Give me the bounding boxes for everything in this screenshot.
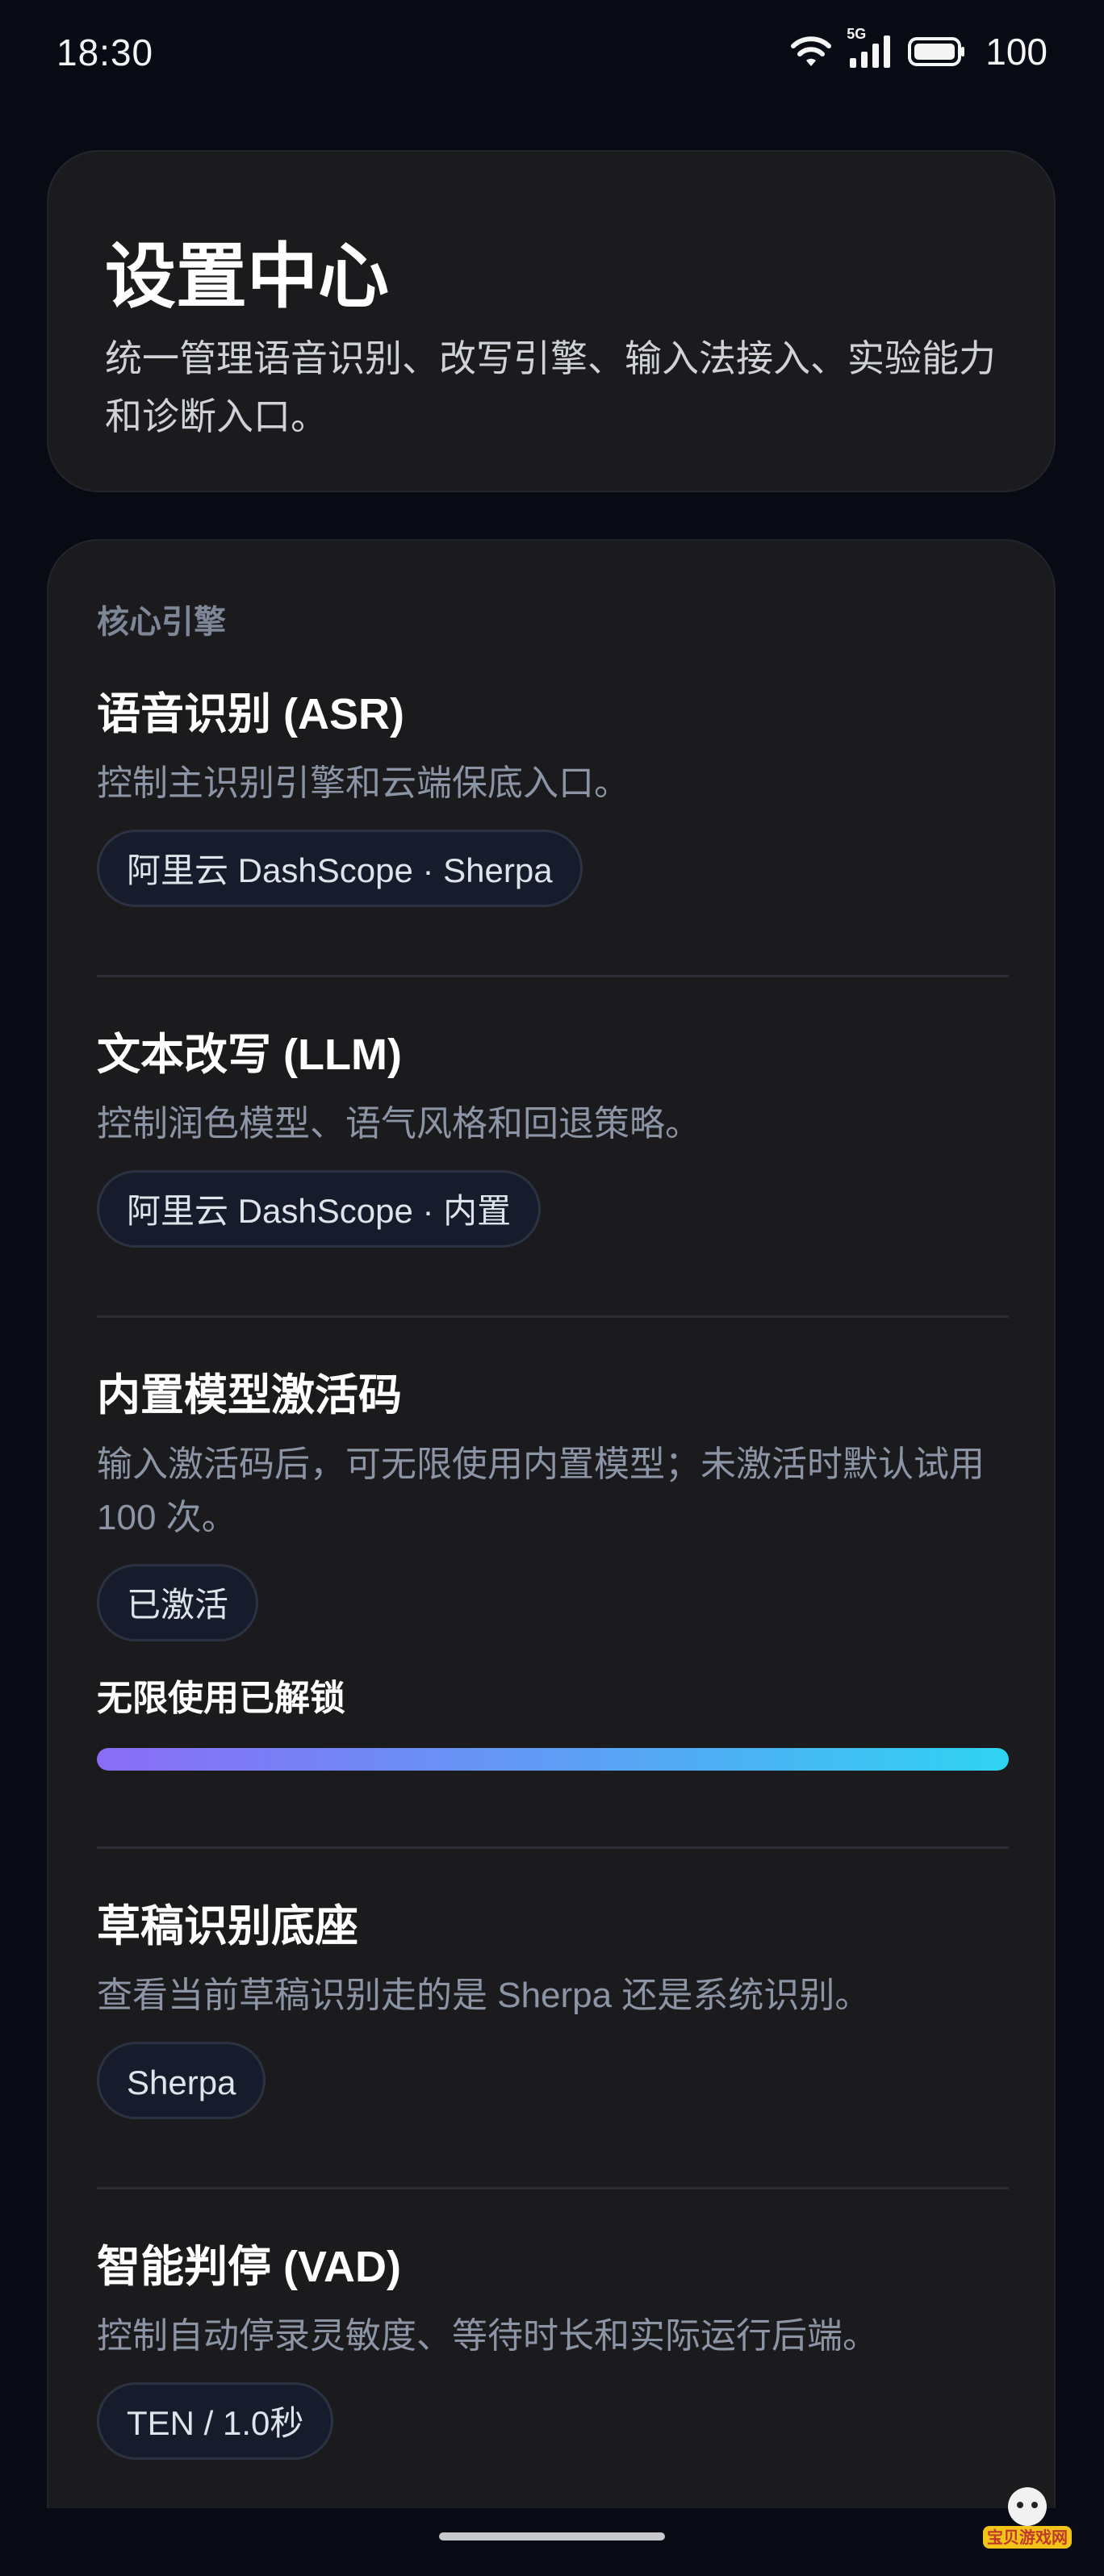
hero-card: 设置中心 统一管理语音识别、改写引擎、输入法接入、实验能力和诊断入口。 xyxy=(47,150,1056,492)
watermark-logo: 宝贝游戏网 xyxy=(967,2479,1088,2560)
usage-progress-fill xyxy=(97,1748,1009,1771)
setting-asr[interactable]: 语音识别 (ASR) 控制主识别引擎和云端保底入口。 阿里云 DashScope… xyxy=(97,686,1009,907)
setting-llm[interactable]: 文本改写 (LLM) 控制润色模型、语气风格和回退策略。 阿里云 DashSco… xyxy=(97,1027,1009,1248)
status-chip: 阿里云 DashScope · Sherpa xyxy=(97,830,583,907)
status-chip: 已激活 xyxy=(97,1564,259,1641)
divider xyxy=(97,1846,1009,1849)
setting-description: 控制润色模型、语气风格和回退策略。 xyxy=(97,1104,700,1144)
wifi-icon xyxy=(790,34,832,69)
battery-icon xyxy=(908,36,966,68)
page-description: 统一管理语音识别、改写引擎、输入法接入、实验能力和诊断入口。 xyxy=(105,337,996,437)
usage-progress-bar xyxy=(97,1748,1009,1771)
page-title: 设置中心 xyxy=(105,236,390,316)
divider xyxy=(97,975,1009,977)
section-label: 核心引擎 xyxy=(97,604,226,640)
setting-vad[interactable]: 智能判停 (VAD) 控制自动停录灵敏度、等待时长和实际运行后端。 TEN / … xyxy=(97,2239,1009,2460)
cellular-signal-icon: 5G xyxy=(847,26,893,69)
status-icons: 5G 100 xyxy=(790,26,1048,76)
status-chip: TEN / 1.0秒 xyxy=(97,2382,334,2460)
setting-title: 草稿识别底座 xyxy=(97,1902,358,1951)
status-time: 18:30 xyxy=(56,31,154,73)
setting-description: 控制自动停录灵敏度、等待时长和实际运行后端。 xyxy=(97,2316,878,2356)
setting-draft-recognition[interactable]: 草稿识别底座 查看当前草稿识别走的是 Sherpa 还是系统识别。 Sherpa xyxy=(97,1898,1009,2119)
status-chip: Sherpa xyxy=(97,2042,266,2119)
divider xyxy=(97,2187,1009,2189)
setting-description: 控制主识别引擎和云端保底入口。 xyxy=(97,763,629,803)
unlock-status-text: 无限使用已解锁 xyxy=(97,1679,345,1718)
setting-title: 语音识别 (ASR) xyxy=(97,690,404,738)
setting-description: 查看当前草稿识别走的是 Sherpa 还是系统识别。 xyxy=(97,1976,871,2015)
setting-title: 内置模型激活码 xyxy=(97,1371,402,1420)
setting-title: 文本改写 (LLM) xyxy=(97,1031,402,1079)
home-indicator[interactable] xyxy=(439,2532,665,2540)
setting-description: 输入激活码后，可无限使用内置模型；未激活时默认试用 100 次。 xyxy=(97,1445,985,1537)
core-engine-card: 核心引擎 语音识别 (ASR) 控制主识别引擎和云端保底入口。 阿里云 Dash… xyxy=(47,539,1056,2508)
network-type-label: 5G xyxy=(847,26,867,42)
battery-level: 100 xyxy=(985,31,1048,73)
setting-title: 智能判停 (VAD) xyxy=(97,2243,401,2291)
status-chip: 阿里云 DashScope · 内置 xyxy=(97,1170,542,1248)
status-bar: 18:30 5G 100 xyxy=(0,0,1104,105)
setting-activation-code[interactable]: 内置模型激活码 输入激活码后，可无限使用内置模型；未激活时默认试用 100 次。… xyxy=(97,1367,1009,1771)
divider xyxy=(97,1315,1009,1318)
watermark-text: 宝贝游戏网 xyxy=(987,2528,1068,2547)
